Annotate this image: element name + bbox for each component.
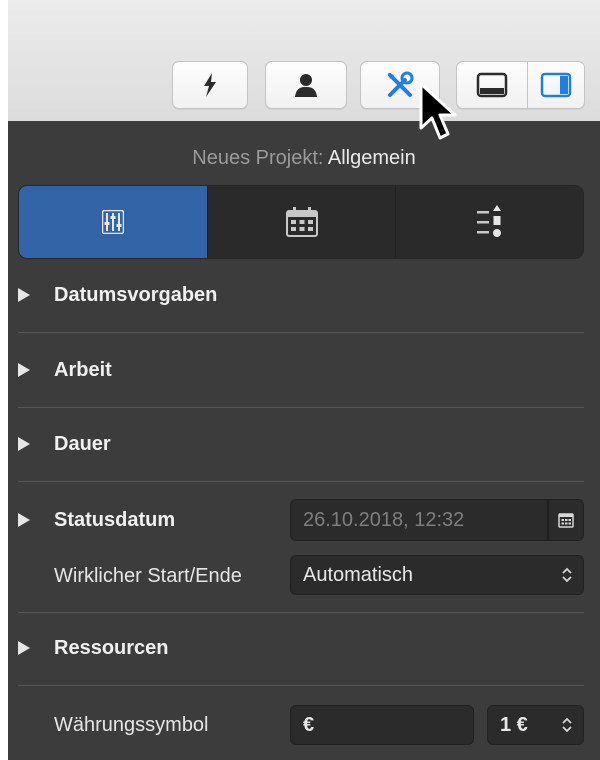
separator bbox=[18, 407, 584, 408]
disclosure-ressourcen[interactable] bbox=[18, 641, 30, 655]
title-prefix: Neues Projekt: bbox=[192, 147, 324, 169]
section-arbeit[interactable]: Arbeit bbox=[54, 359, 112, 382]
lightning-button[interactable] bbox=[172, 61, 248, 109]
bottom-panel-button[interactable] bbox=[456, 61, 528, 109]
chevron-updown-icon bbox=[562, 567, 572, 583]
person-icon bbox=[295, 74, 317, 97]
title-value: Allgemein bbox=[327, 147, 416, 169]
bottom-panel-icon bbox=[476, 72, 508, 98]
disclosure-arbeit[interactable] bbox=[18, 363, 30, 377]
lightning-icon bbox=[204, 73, 216, 97]
section-statusdatum[interactable]: Statusdatum bbox=[54, 509, 175, 532]
currency-label: Währungssymbol bbox=[54, 714, 209, 736]
chevron-updown-icon bbox=[562, 717, 572, 733]
tab-list[interactable] bbox=[395, 186, 583, 258]
list-icon bbox=[476, 205, 501, 237]
side-panel-icon bbox=[540, 72, 572, 98]
separator bbox=[18, 481, 584, 482]
currency-format-select[interactable]: 1 € bbox=[487, 705, 584, 745]
section-datumsvorgaben[interactable]: Datumsvorgaben bbox=[54, 284, 217, 307]
section-ressourcen[interactable]: Ressourcen bbox=[54, 637, 169, 660]
actual-start-value: Automatisch bbox=[303, 563, 414, 586]
currency-format-value: 1 € bbox=[500, 713, 528, 736]
date-picker-button[interactable] bbox=[548, 499, 584, 541]
separator bbox=[18, 332, 584, 333]
side-panel-button[interactable] bbox=[528, 61, 585, 109]
actual-start-label: Wirklicher Start/Ende bbox=[54, 565, 242, 587]
disclosure-datumsvorgaben[interactable] bbox=[18, 288, 30, 302]
separator bbox=[18, 685, 584, 686]
disclosure-statusdatum[interactable] bbox=[18, 513, 30, 527]
section-dauer[interactable]: Dauer bbox=[54, 433, 111, 456]
tab-general[interactable] bbox=[19, 186, 207, 258]
currency-symbol-input[interactable]: € bbox=[290, 705, 474, 745]
mouse-cursor-icon bbox=[419, 82, 457, 140]
sliders-icon bbox=[102, 210, 124, 234]
calendar-icon bbox=[285, 207, 318, 237]
person-button[interactable] bbox=[265, 61, 347, 109]
disclosure-dauer[interactable] bbox=[18, 437, 30, 451]
tools-icon bbox=[388, 71, 414, 97]
segmented-tabs bbox=[18, 185, 584, 259]
separator bbox=[18, 612, 584, 613]
status-date-field[interactable]: 26.10.2018, 12:32 bbox=[290, 499, 548, 541]
actual-start-select[interactable]: Automatisch bbox=[290, 555, 584, 595]
panel-title: Neues Projekt: Allgemein bbox=[8, 147, 600, 170]
tab-calendar[interactable] bbox=[207, 186, 395, 258]
calendar-small-icon bbox=[558, 513, 574, 528]
